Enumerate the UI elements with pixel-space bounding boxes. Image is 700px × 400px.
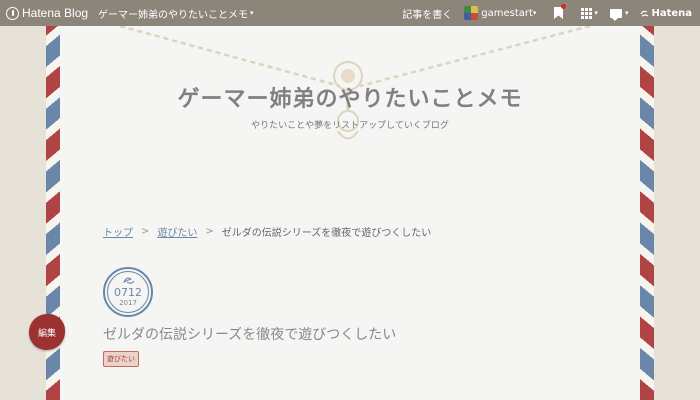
edit-button[interactable]: 編集: [29, 314, 65, 350]
write-post-link[interactable]: 記事を書く: [402, 6, 452, 21]
blog-title[interactable]: ゲーマー姉弟のやりたいことメモ: [60, 81, 640, 113]
breadcrumb-current: ゼルダの伝説シリーズを徹夜で遊びつくしたい: [221, 228, 432, 239]
chevron-down-icon: ▾: [624, 9, 629, 17]
blog-page: ゲーマー姉弟のやりたいことメモ やりたいことや夢をリストアップしていくブログ ト…: [60, 26, 640, 400]
airmail-border-right: [640, 26, 654, 400]
chevron-down-icon: ▾: [250, 9, 254, 17]
hatena-blog-logo-icon: [6, 6, 19, 20]
user-menu[interactable]: gamestart ▾: [464, 6, 536, 20]
avatar: [464, 6, 479, 20]
breadcrumb-separator: >: [205, 226, 214, 237]
username: gamestart: [481, 7, 533, 19]
chevron-down-icon: ▾: [532, 9, 537, 17]
entry-date-stamp: 0712 2017: [103, 267, 153, 317]
breadcrumb-top-link[interactable]: トップ: [103, 224, 133, 239]
global-header: Hatena Blog ゲーマー姉弟のやりたいことメモ ▾ 記事を書く game…: [0, 0, 700, 26]
hatena-blog-logo[interactable]: Hatena Blog: [6, 6, 88, 20]
leaf-icon: [123, 277, 135, 284]
category-tag[interactable]: 遊びたい: [103, 351, 139, 367]
apps-menu-button[interactable]: ▾: [581, 7, 598, 19]
breadcrumb: トップ > 遊びたい > ゼルダの伝説シリーズを徹夜で遊びつくしたい: [103, 224, 431, 239]
breadcrumb-separator: >: [141, 226, 150, 237]
blog-description: やりたいことや夢をリストアップしていくブログ: [251, 121, 449, 131]
entry-title[interactable]: ゼルダの伝説シリーズを徹夜で遊びつくしたい: [103, 324, 396, 344]
write-post-label: 記事を書く: [402, 9, 453, 21]
blog-switcher-label: ゲーマー姉弟のやりたいことメモ: [98, 9, 249, 21]
hatena-logo-icon: [640, 10, 649, 17]
message-icon: [609, 8, 622, 21]
bookmark-icon: [554, 4, 567, 19]
messages-button[interactable]: ▾: [609, 8, 629, 21]
blog-switcher[interactable]: ゲーマー姉弟のやりたいことメモ ▾: [98, 6, 254, 21]
breadcrumb-category-link[interactable]: 遊びたい: [157, 224, 197, 239]
bookmark-button[interactable]: [554, 4, 567, 19]
entry-date-month-day: 0712: [114, 286, 142, 299]
notification-dot: [561, 4, 567, 9]
hatena-label: Hatena: [651, 7, 692, 19]
entry-date-year: 2017: [119, 299, 137, 307]
logo-text: Hatena Blog: [22, 6, 89, 20]
chevron-down-icon: ▾: [594, 9, 598, 17]
apps-grid-icon: [581, 7, 593, 19]
hatena-link[interactable]: Hatena: [640, 8, 692, 19]
